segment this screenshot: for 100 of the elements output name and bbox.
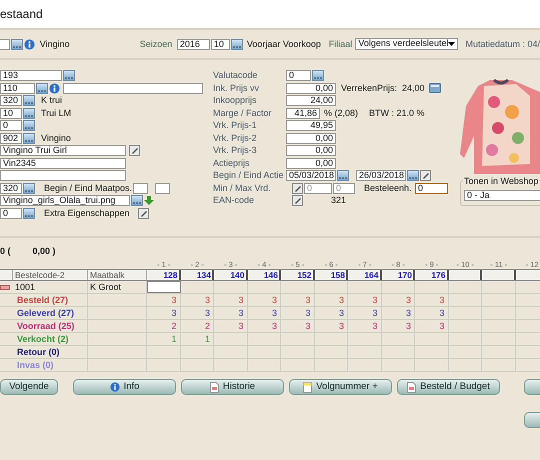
count-value: 3 bbox=[171, 308, 176, 318]
lookup-button[interactable] bbox=[36, 82, 48, 94]
count-value: 2 bbox=[171, 321, 176, 331]
action-button[interactable]: Besteld / Budget bbox=[397, 379, 500, 395]
text-field[interactable] bbox=[63, 82, 203, 94]
count-value: 3 bbox=[272, 308, 277, 318]
size-header: 170 bbox=[382, 270, 415, 280]
count-value: 3 bbox=[372, 295, 378, 305]
lookup-button[interactable] bbox=[131, 195, 143, 206]
text-field[interactable]: 193 bbox=[0, 70, 62, 81]
count-value: 3 bbox=[204, 295, 210, 305]
text-field[interactable]: 26/03/2018 bbox=[356, 170, 406, 181]
text-field[interactable]: 0 bbox=[0, 120, 22, 131]
lookup-button[interactable] bbox=[230, 38, 243, 50]
lookup-button[interactable] bbox=[23, 95, 35, 106]
text-field[interactable]: 0 bbox=[0, 208, 22, 218]
info-icon[interactable] bbox=[24, 38, 35, 50]
status-label: Verkocht (2) bbox=[13, 333, 88, 345]
count-value: 3 bbox=[406, 321, 411, 331]
text-field[interactable]: Vingino_girls_Olala_trui.png bbox=[0, 195, 130, 206]
text-field[interactable]: 902 bbox=[0, 132, 22, 144]
branch-dropdown[interactable]: Volgens verdeelsleutel bbox=[355, 38, 458, 50]
action-button[interactable]: Volgnummer + bbox=[289, 379, 392, 395]
action-button[interactable]: Historie bbox=[181, 379, 284, 395]
field-label: Ink. Prijs vv bbox=[213, 82, 260, 94]
text-field[interactable]: 49,95 bbox=[286, 120, 336, 131]
lookup-button[interactable] bbox=[23, 182, 35, 194]
text-field[interactable]: 10 bbox=[210, 38, 230, 50]
count-value: 3 bbox=[272, 295, 277, 305]
lookup-button[interactable] bbox=[23, 120, 35, 131]
text-field[interactable]: 0,00 bbox=[286, 145, 336, 156]
lookup-button[interactable] bbox=[312, 70, 324, 81]
calculator-icon[interactable] bbox=[428, 83, 441, 93]
season-name: Voorjaar Voorkoop bbox=[246, 38, 322, 50]
text-field[interactable] bbox=[0, 170, 126, 181]
lookup-button[interactable] bbox=[407, 170, 419, 181]
count-value: 3 bbox=[439, 308, 444, 318]
info-icon[interactable] bbox=[49, 82, 60, 94]
text-field[interactable]: 05/03/2018 bbox=[286, 170, 336, 181]
count-value: 3 bbox=[439, 321, 444, 331]
lookup-button[interactable] bbox=[23, 108, 35, 118]
lookup-button[interactable] bbox=[337, 170, 349, 181]
count-value: 3 bbox=[305, 295, 310, 305]
lookup-button[interactable] bbox=[63, 70, 75, 81]
count-value: 1 bbox=[171, 334, 176, 344]
text-field[interactable]: 0,00 bbox=[286, 82, 336, 94]
text-field[interactable]: 24,00 bbox=[286, 95, 336, 106]
count-value: 3 bbox=[338, 308, 344, 318]
count-value: 3 bbox=[204, 308, 210, 318]
count-value: 3 bbox=[272, 321, 277, 331]
vat-text: BTW : 21.0 % bbox=[369, 108, 425, 118]
ean-value: 321 bbox=[331, 195, 346, 206]
field-label: Inkoopprijs bbox=[213, 95, 258, 106]
text-field[interactable]: 0,00 bbox=[286, 158, 336, 168]
action-button[interactable]: Info bbox=[73, 379, 176, 395]
text-field[interactable]: 0,00 bbox=[286, 132, 336, 144]
text-field[interactable]: 320 bbox=[0, 182, 22, 194]
caret-icon bbox=[448, 42, 456, 46]
text-field[interactable] bbox=[155, 182, 170, 194]
name-label: Trui LM bbox=[41, 108, 72, 118]
pencil-icon[interactable] bbox=[292, 182, 303, 194]
field-label: Vrk. Prijs-1 bbox=[213, 120, 258, 131]
status-label: Geleverd (27) bbox=[13, 307, 88, 319]
text-field[interactable]: 320 bbox=[0, 95, 22, 106]
status-label: Retour (0) bbox=[13, 346, 88, 358]
pencil-icon[interactable] bbox=[292, 195, 303, 206]
size-header: 146 bbox=[248, 270, 281, 280]
status-label: Besteld (27) bbox=[13, 294, 88, 306]
pencil-icon[interactable] bbox=[420, 170, 431, 181]
text-field[interactable]: 0 bbox=[286, 70, 311, 81]
pencil-icon[interactable] bbox=[138, 208, 149, 218]
table-cell: 1001 bbox=[13, 281, 88, 293]
supplier-name: Vingino bbox=[40, 38, 71, 50]
webshop-dropdown[interactable]: 0 - Ja bbox=[464, 190, 540, 201]
text-field[interactable]: Vingino Trui Girl bbox=[0, 145, 126, 156]
lookup-button[interactable] bbox=[23, 208, 35, 218]
cell-input[interactable] bbox=[147, 281, 180, 293]
lookup-button[interactable] bbox=[23, 132, 35, 144]
text-field[interactable]: 41,86 bbox=[286, 108, 320, 118]
price-value: 24,00 bbox=[402, 82, 425, 94]
text-field[interactable]: 110 bbox=[0, 82, 35, 94]
count-value: 3 bbox=[171, 295, 176, 305]
text-field[interactable]: Vin2345 bbox=[0, 158, 126, 168]
info-icon[interactable] bbox=[110, 382, 120, 392]
document-icon bbox=[407, 382, 416, 392]
text-field[interactable] bbox=[133, 182, 148, 194]
text-field[interactable] bbox=[0, 38, 10, 50]
action-button[interactable]: Volgende bbox=[0, 379, 58, 395]
document-icon bbox=[210, 382, 219, 392]
count-value: 3 bbox=[372, 308, 378, 318]
status-label: Voorraad (25) bbox=[13, 320, 88, 332]
count-value: 3 bbox=[338, 321, 344, 331]
text-field[interactable]: 2016 bbox=[176, 38, 210, 50]
size-header: 164 bbox=[348, 270, 382, 280]
pencil-icon[interactable] bbox=[129, 145, 140, 156]
field-label: Seizoen bbox=[140, 38, 174, 50]
text-field[interactable]: 10 bbox=[0, 108, 22, 118]
lookup-button[interactable] bbox=[10, 38, 23, 50]
field-label: Min / Max Vrd. bbox=[213, 182, 272, 194]
count-value: 3 bbox=[238, 321, 244, 331]
